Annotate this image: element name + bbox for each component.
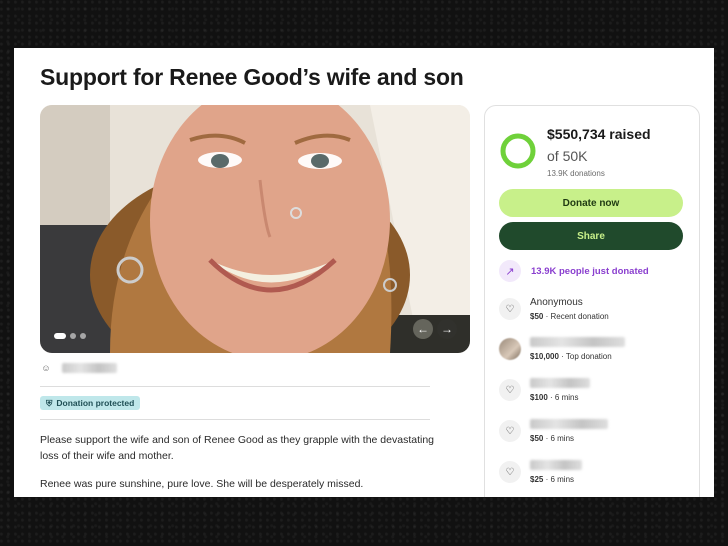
carousel-dot-2[interactable] (70, 333, 76, 339)
description-paragraph: Renee was pure sunshine, pure love. She … (40, 478, 364, 490)
page-title: Support for Renee Good’s wife and son (40, 64, 464, 90)
donor-amount: $100 (530, 393, 548, 402)
donor-amount: $10,000 (530, 352, 559, 361)
donor-item: ♡ $50 · 6 mins (499, 419, 608, 443)
donor-amount: $25 (530, 475, 544, 484)
donor-meta: $10,000 · Top donation (530, 352, 625, 361)
goal-amount: of 50K (547, 148, 588, 164)
donations-count: 13.9K donations (547, 169, 605, 178)
heart-hand-icon: ♡ (499, 379, 521, 401)
donor-item: ♡ $100 · 6 mins (499, 378, 590, 402)
donor-item: ♡ $25 · 6 mins (499, 460, 582, 484)
donor-item: ♡ Anonymous $50 · Recent donation (499, 297, 609, 321)
heart-hand-icon: ♡ (499, 298, 521, 320)
badge-label: Donation protected (56, 398, 135, 408)
trending-up-icon: ↗ (499, 260, 521, 282)
organizer[interactable]: ☺ (40, 362, 117, 374)
carousel-prev-button[interactable]: ← (413, 319, 433, 339)
heart-hand-icon: ♡ (499, 420, 521, 442)
progress-ring (500, 133, 536, 169)
donor-meta: $100 · 6 mins (530, 393, 590, 402)
donor-name-redacted (530, 337, 625, 349)
donation-card: $550,734 raised of 50K 13.9K donations D… (484, 105, 700, 497)
donor-avatar (499, 338, 521, 360)
organizer-name-redacted (62, 363, 117, 373)
carousel-dot-1[interactable] (54, 333, 66, 339)
donor-name-redacted (530, 378, 590, 390)
donor-meta: $50 · Recent donation (530, 312, 609, 321)
shield-icon: ⛨ (46, 397, 53, 408)
donor-note: · Recent donation (543, 312, 609, 321)
donor-item: $10,000 · Top donation (499, 337, 625, 361)
divider (40, 386, 430, 387)
donate-now-button[interactable]: Donate now (499, 189, 683, 217)
portrait-photo (40, 105, 470, 353)
donation-protected-badge[interactable]: ⛨ Donation protected (40, 396, 141, 410)
divider (40, 419, 430, 420)
donor-name: Anonymous (530, 297, 583, 308)
carousel-dots (54, 333, 86, 339)
recent-donations-trend: ↗ 13.9K people just donated (499, 260, 649, 282)
carousel-dot-3[interactable] (80, 333, 86, 339)
heart-hand-icon: ♡ (499, 461, 521, 483)
donor-amount: $50 (530, 434, 544, 443)
donor-note: · 6 mins (543, 434, 575, 443)
person-icon: ☺ (41, 363, 51, 373)
share-button[interactable]: Share (499, 222, 683, 250)
donor-meta: $50 · 6 mins (530, 434, 608, 443)
carousel-next-button[interactable]: → (437, 319, 457, 339)
donor-note: · 6 mins (543, 475, 575, 484)
arrow-right-icon: → (441, 322, 453, 336)
arrow-left-icon: ← (417, 322, 429, 336)
hero-image[interactable]: ← → (40, 105, 470, 353)
donor-name-redacted (530, 460, 582, 472)
donor-amount: $50 (530, 312, 544, 321)
donor-note: · 6 mins (547, 393, 579, 402)
amount-raised: $550,734 raised (547, 126, 651, 142)
fundraiser-page: Support for Renee Good’s wife and son ← … (14, 48, 714, 497)
trend-label: 13.9K people just donated (531, 265, 649, 277)
description-paragraph: Please support the wife and son of Renee… (40, 434, 435, 462)
description: Please support the wife and son of Renee… (40, 433, 440, 497)
donor-meta: $25 · 6 mins (530, 475, 582, 484)
donor-note: · Top donation (558, 352, 612, 361)
donor-name-redacted (530, 419, 608, 431)
